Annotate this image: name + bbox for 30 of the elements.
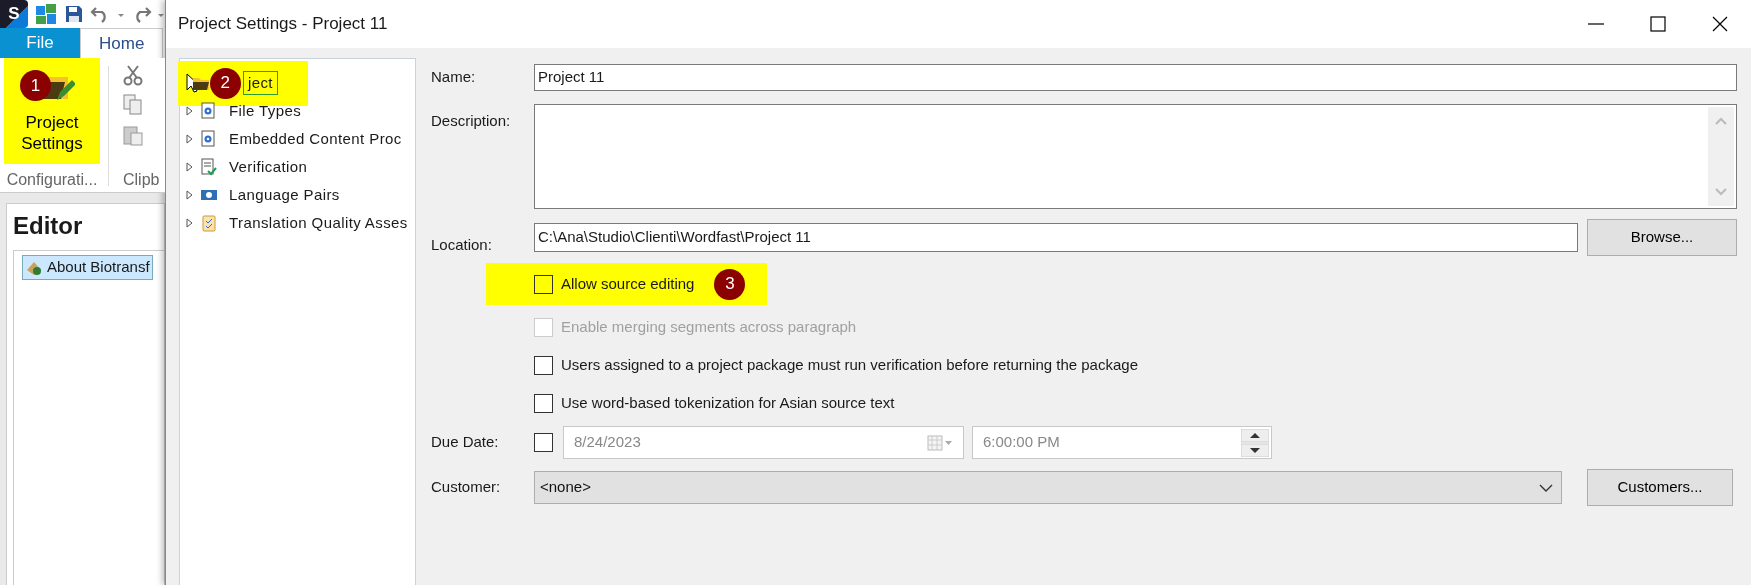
tree-item[interactable]: File Types [224, 98, 307, 124]
app-logo[interactable]: S [0, 0, 28, 28]
location-field[interactable]: C:\Ana\Studio\Clienti\Wordfast\Project 11 [534, 223, 1578, 252]
field-label: Location: [431, 234, 493, 255]
checkbox-label: Users assigned to a project package must run verification before returning the package [561, 354, 1138, 375]
checkbox-label: Use word-based tokenization for Asian source text [561, 392, 895, 413]
time-field[interactable]: 6:00:00 PM [972, 426, 1272, 459]
customers-button[interactable]: Customers... [1587, 469, 1733, 506]
name-field[interactable]: Project 11 [534, 64, 1737, 91]
field-label: Customer: [431, 477, 502, 498]
checkbox-label: Enable merging segments across paragraph [561, 316, 857, 337]
tree-item[interactable]: About Biotransf [22, 255, 153, 280]
tree-item[interactable]: Language Pairs [224, 182, 345, 208]
tree-item[interactable]: ject [243, 70, 278, 96]
field-label: Due Date: [431, 432, 500, 453]
checkbox-label: Allow source editing [561, 273, 695, 294]
file-tab[interactable]: File [0, 28, 80, 58]
field-label: Description: [431, 111, 512, 131]
ribbon-tab[interactable]: Home [80, 28, 164, 58]
panel-title: Editor [13, 211, 84, 241]
tree-item[interactable]: Verification [224, 154, 313, 180]
browse-button[interactable]: Browse... [1587, 219, 1737, 256]
tree-item[interactable]: Embedded Content Proc [224, 126, 407, 152]
customer-dropdown[interactable]: <none> [534, 471, 1562, 504]
group-label: Clipb [123, 170, 160, 190]
group-label: Configurati... [6, 170, 98, 190]
window-title: Project Settings - Project 11 [178, 13, 389, 36]
date-field[interactable]: 8/24/2023 [563, 426, 964, 459]
tree-item[interactable]: Translation Quality Asses [224, 210, 413, 236]
field-label: Name: [431, 67, 477, 88]
